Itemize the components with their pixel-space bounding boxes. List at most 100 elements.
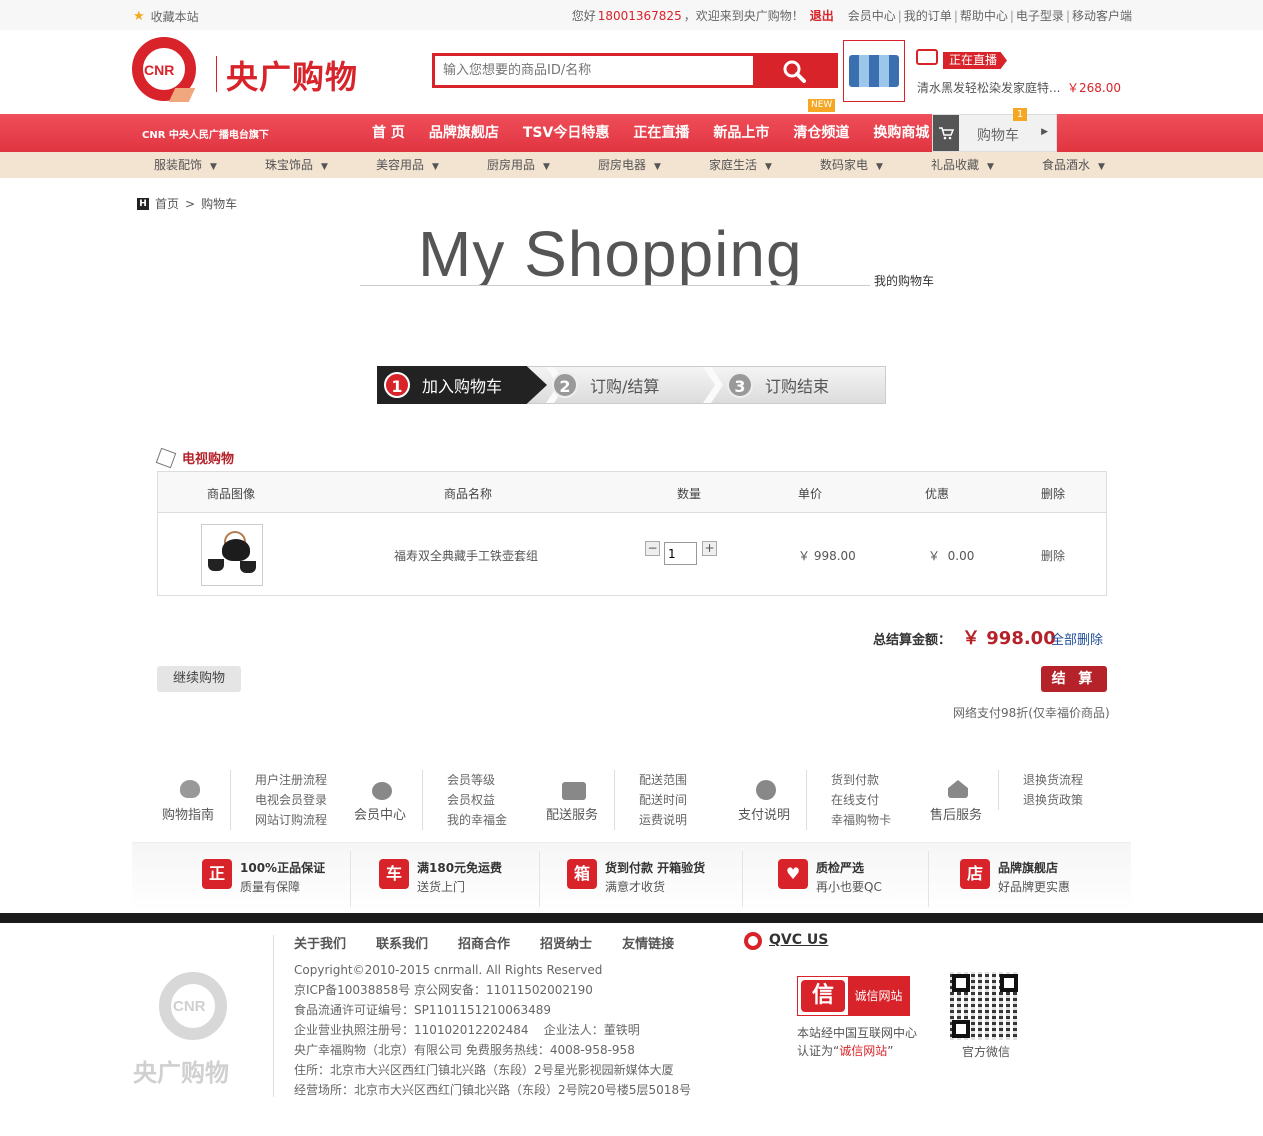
help-link[interactable]: 用户注册流程 — [255, 770, 327, 790]
help-link[interactable]: 退换货政策 — [1023, 790, 1083, 810]
category-label: 家庭生活 — [709, 158, 758, 172]
search-input[interactable] — [435, 56, 755, 85]
delete-all-link[interactable]: 全部删除 — [1051, 629, 1103, 648]
category-item[interactable]: 家庭生活 ▼ — [698, 152, 809, 180]
cart-button[interactable]: 购物车 ▶ — [932, 114, 1057, 152]
guarantee-title: 质检严选 — [816, 861, 865, 875]
live-product-title[interactable]: 清水黑发轻松染发家庭特... — [917, 79, 1060, 96]
nav-new[interactable]: 新品上市 — [701, 114, 781, 152]
step-chevron — [703, 367, 723, 403]
top-link-help[interactable]: 帮助中心 — [960, 7, 1008, 24]
chevron-down-icon: ▼ — [654, 162, 661, 172]
category-label: 厨房电器 — [598, 158, 647, 172]
favorite-link[interactable]: ★ 收藏本站 — [133, 8, 199, 25]
help-link[interactable]: 我的幸福金 — [447, 810, 507, 830]
live-badge[interactable]: 正在直播 — [943, 52, 1008, 69]
cart-table-header: 商品图像 商品名称 数量 单价 优惠 删除 — [158, 472, 1106, 513]
top-link-orders[interactable]: 我的订单 — [904, 7, 952, 24]
divider — [350, 851, 351, 907]
nav-home[interactable]: 首 页 — [360, 114, 417, 152]
help-link[interactable]: 配送时间 — [639, 790, 687, 810]
category-label: 礼品收藏 — [931, 158, 980, 172]
quantity-input[interactable] — [664, 542, 697, 565]
nav-clearance[interactable]: 清仓频道 — [781, 114, 861, 152]
footer-link-contact[interactable]: 联系我们 — [376, 933, 428, 952]
search-button[interactable] — [753, 56, 835, 85]
continue-shopping-button[interactable]: 继续购物 — [157, 666, 241, 692]
help-link[interactable]: 配送范围 — [639, 770, 687, 790]
category-label: 服装配饰 — [154, 158, 203, 172]
category-item[interactable]: 礼品收藏 ▼ — [920, 152, 1031, 180]
quantity-increase-button[interactable]: + — [702, 541, 717, 556]
help-links-payment: 货到付款 在线支付 幸福购物卡 — [806, 770, 891, 830]
box-icon: 箱 — [567, 859, 597, 889]
help-title-payment[interactable]: 支付说明 — [738, 804, 790, 823]
help-link[interactable]: 电视会员登录 — [255, 790, 327, 810]
top-bar: ★ 收藏本站 您好 18001367825 ，欢迎来到央广购物！ 退出 会员中心… — [0, 0, 1263, 30]
help-link[interactable]: 会员权益 — [447, 790, 507, 810]
cart-item-image[interactable] — [201, 524, 263, 586]
help-link[interactable]: 运费说明 — [639, 810, 687, 830]
trust-website-badge[interactable]: 信 诚信网站 — [797, 976, 910, 1016]
user-phone[interactable]: 18001367825 — [598, 9, 682, 23]
category-item[interactable]: 厨房电器 ▼ — [587, 152, 698, 180]
teacup — [240, 561, 256, 573]
footer-logo-text: 央广购物 — [133, 1059, 229, 1087]
nav-exchange[interactable]: 换购商城 — [861, 114, 941, 152]
tv-icon — [916, 49, 938, 65]
category-item[interactable]: 厨房用品 ▼ — [476, 152, 587, 180]
live-product-thumbnail[interactable] — [843, 40, 905, 102]
category-item[interactable]: 食品酒水 ▼ — [1031, 152, 1142, 180]
category-list: 服装配饰 ▼ 珠宝饰品 ▼ 美容用品 ▼ 厨房用品 ▼ 厨房电器 ▼ 家庭生活 ▼ 数码家电… — [143, 152, 1142, 180]
chevron-down-icon: ▼ — [987, 162, 994, 172]
help-title-guide[interactable]: 购物指南 — [162, 804, 214, 823]
category-item[interactable]: 服装配饰 ▼ — [143, 152, 254, 180]
favorite-label: 收藏本站 — [150, 10, 199, 24]
nav-tsv[interactable]: TSV今日特惠 — [511, 114, 621, 152]
cart-item-delete[interactable]: 删除 — [1041, 547, 1065, 564]
cart-section-label: 电视购物 — [182, 452, 235, 467]
teacup — [208, 559, 224, 571]
help-title-member[interactable]: 会员中心 — [354, 804, 406, 823]
qr-caption: 官方微信 — [962, 1045, 1011, 1059]
qvc-link[interactable]: QVC US — [769, 932, 828, 948]
top-link-member[interactable]: 会员中心 — [848, 7, 896, 24]
footer-logo-mark-text: CNR — [173, 998, 206, 1015]
help-link[interactable]: 网站订购流程 — [255, 810, 327, 830]
nav-brand-store[interactable]: 品牌旗舰店 — [417, 114, 511, 152]
category-item[interactable]: 数码家电 ▼ — [809, 152, 920, 180]
help-link[interactable]: 退换货流程 — [1023, 770, 1083, 790]
cart-table: 商品图像 商品名称 数量 单价 优惠 删除 福寿双全典藏手工铁壶套组 − + ￥… — [157, 471, 1107, 596]
help-link[interactable]: 幸福购物卡 — [831, 810, 891, 830]
help-link[interactable]: 货到付款 — [831, 770, 891, 790]
chevron-down-icon: ▼ — [432, 162, 439, 172]
logo-text[interactable]: 央广购物 — [226, 52, 358, 98]
breadcrumb-home[interactable]: 首页 — [155, 195, 179, 212]
top-link-catalog[interactable]: 电子型录 — [1016, 7, 1064, 24]
footer-link-about[interactable]: 关于我们 — [294, 933, 346, 952]
category-label: 美容用品 — [376, 158, 425, 172]
cart-item-name[interactable]: 福寿双全典藏手工铁壶套组 — [394, 547, 538, 564]
help-link[interactable]: 会员等级 — [447, 770, 507, 790]
truck-icon — [562, 782, 586, 800]
footer-info: Copyright©2010-2015 cnrmall. All Rights … — [294, 960, 691, 1100]
help-link[interactable]: 在线支付 — [831, 790, 891, 810]
nav-links: 首 页 品牌旗舰店 TSV今日特惠 正在直播 新品上市 清仓频道 换购商城 — [360, 114, 941, 152]
logout-link[interactable]: 退出 — [810, 7, 834, 24]
total-amount: ￥ 998.00 — [962, 628, 1056, 649]
footer-link-jobs[interactable]: 招贤纳士 — [540, 933, 592, 952]
category-item[interactable]: 珠宝饰品 ▼ — [254, 152, 365, 180]
qr-finder — [952, 974, 970, 992]
guarantee-item: 正 100%正品保证 质量有保障 — [202, 859, 325, 895]
greeting-suffix: ，欢迎来到央广购物！ — [683, 9, 804, 23]
help-title-aftersale[interactable]: 售后服务 — [930, 804, 982, 823]
step-add-to-cart: 1 加入购物车 — [384, 367, 502, 403]
category-item[interactable]: 美容用品 ▼ — [365, 152, 476, 180]
nav-live[interactable]: 正在直播 — [621, 114, 701, 152]
checkout-button[interactable]: 结 算 — [1041, 666, 1107, 692]
footer-link-friends[interactable]: 友情链接 — [622, 933, 674, 952]
quantity-decrease-button[interactable]: − — [645, 541, 660, 556]
top-link-mobile[interactable]: 移动客户端 — [1072, 7, 1132, 24]
footer-link-business[interactable]: 招商合作 — [458, 933, 510, 952]
help-title-delivery[interactable]: 配送服务 — [546, 804, 598, 823]
